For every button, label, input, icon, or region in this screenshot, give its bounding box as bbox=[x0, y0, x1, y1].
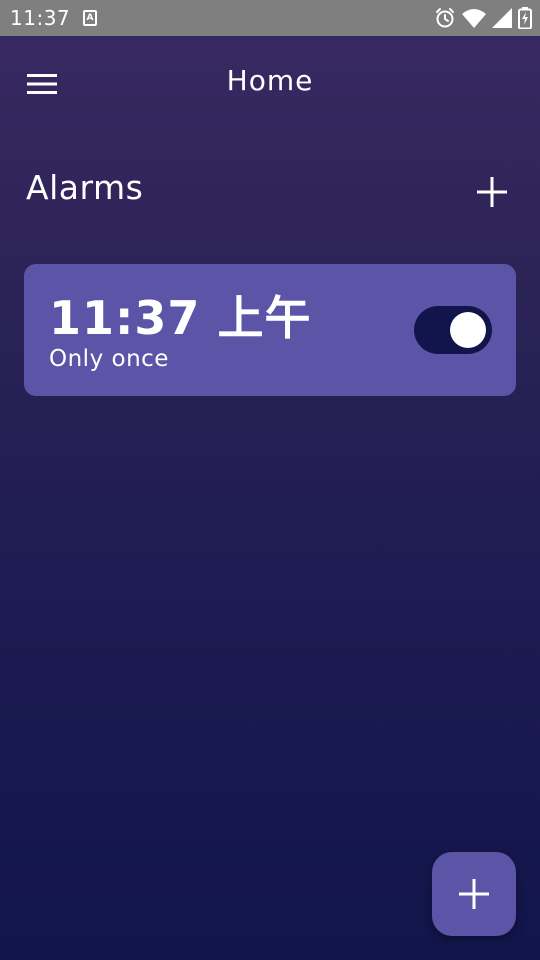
status-icons bbox=[434, 6, 532, 30]
alarm-icon bbox=[436, 8, 454, 28]
alarm-repeat-label: Only once bbox=[49, 346, 169, 372]
plus-icon bbox=[459, 879, 489, 909]
status-time: 11:37 bbox=[10, 6, 71, 30]
alarm-time: 11:37 上午 bbox=[49, 291, 312, 345]
alarm-toggle[interactable] bbox=[414, 306, 492, 354]
add-alarm-fab[interactable] bbox=[432, 852, 516, 936]
battery-charging-icon bbox=[518, 7, 532, 29]
alarm-card[interactable]: 11:37 上午 Only once bbox=[24, 264, 516, 396]
toggle-knob bbox=[450, 312, 486, 348]
plus-icon bbox=[477, 177, 507, 207]
add-alarm-button[interactable] bbox=[468, 168, 516, 216]
notification-icon: A bbox=[83, 10, 97, 26]
alarm-home-screen: 11:37 A Home Alarms 11:37 上午 Only once bbox=[0, 0, 540, 960]
status-bar: 11:37 A bbox=[0, 0, 540, 36]
page-title: Home bbox=[226, 64, 314, 97]
app-bar: Home bbox=[0, 36, 540, 128]
signal-icon bbox=[492, 8, 512, 28]
alarms-heading: Alarms bbox=[26, 168, 144, 207]
wifi-icon bbox=[462, 9, 486, 28]
